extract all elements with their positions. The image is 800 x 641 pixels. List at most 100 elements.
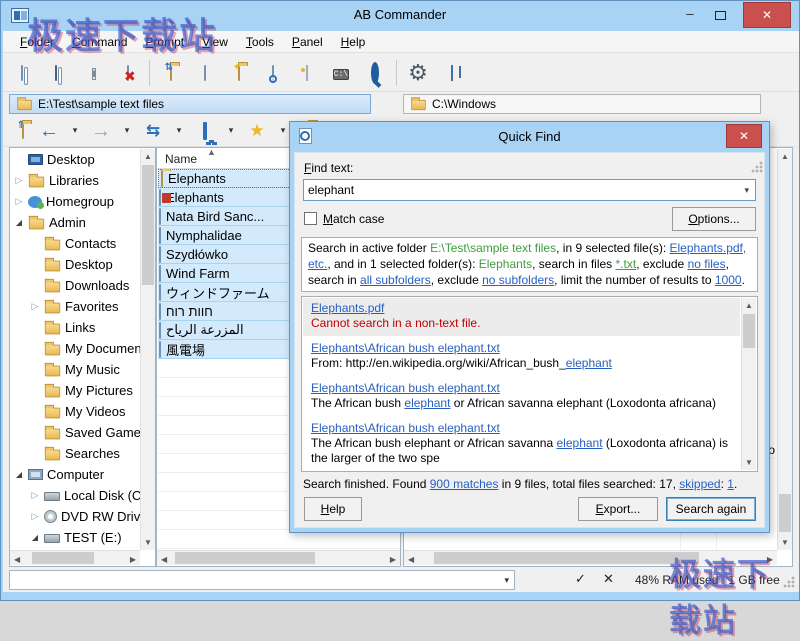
scroll-down-icon[interactable]: ▼: [144, 538, 152, 547]
toolbar-new-folder-button[interactable]: ✦: [222, 57, 256, 89]
nav-back-button[interactable]: ←: [37, 118, 61, 144]
find-text-combobox[interactable]: ▾: [303, 179, 756, 201]
tree-item-test-e[interactable]: ◢TEST (E:): [10, 527, 140, 548]
result-file-link[interactable]: Elephants\African bush elephant.txt: [311, 421, 732, 436]
menu-view[interactable]: View: [193, 35, 237, 49]
tree-item-homegroup[interactable]: ▷Homegroup: [10, 191, 140, 212]
nav-desktop-dropdown[interactable]: ▾: [219, 118, 243, 144]
tree-item-favorites[interactable]: ▷Favorites: [10, 296, 140, 317]
inline-link[interactable]: no subfolders: [482, 273, 554, 287]
tree-item-local-disk-c[interactable]: ▷Local Disk (C:): [10, 485, 140, 506]
tree-item-desktop[interactable]: Desktop: [10, 149, 140, 170]
tree-item-libraries[interactable]: ▷Libraries: [10, 170, 140, 191]
menu-command[interactable]: Command: [63, 35, 136, 49]
inline-link[interactable]: elephant: [404, 396, 450, 410]
nav-favorites-button[interactable]: ★: [245, 118, 269, 144]
tree-item-my-videos[interactable]: My Videos: [10, 401, 140, 422]
menu-help[interactable]: Help: [332, 35, 375, 49]
scroll-right-icon[interactable]: ▶: [767, 555, 773, 564]
scroll-left-icon[interactable]: ◀: [14, 555, 20, 564]
toolbar-command-prompt-button[interactable]: C:\: [324, 57, 358, 89]
scroll-left-icon[interactable]: ◀: [161, 555, 167, 564]
inline-link[interactable]: elephant: [566, 356, 612, 370]
scrollbar-thumb[interactable]: [779, 494, 791, 532]
nav-forward-dropdown[interactable]: ▾: [115, 118, 139, 144]
inline-link[interactable]: *.txt: [616, 257, 637, 271]
inline-link[interactable]: skipped: [679, 477, 720, 491]
toolbar-rename-button[interactable]: I: [77, 57, 111, 89]
dialog-resize-grip[interactable]: [751, 161, 763, 173]
files-horizontal-scrollbar[interactable]: ◀ ▶: [157, 550, 400, 565]
result-file-link[interactable]: Elephants.pdf: [311, 301, 732, 316]
scroll-up-icon[interactable]: ▲: [745, 301, 753, 310]
toolbar-search-button[interactable]: [358, 57, 392, 89]
tree-item-contacts[interactable]: Contacts: [10, 233, 140, 254]
nav-swap-dropdown[interactable]: ▾: [167, 118, 191, 144]
inline-link[interactable]: all subfolders: [360, 273, 431, 287]
right-path-bar[interactable]: C:\Windows: [403, 94, 761, 114]
scroll-up-icon[interactable]: ▲: [781, 152, 789, 161]
command-input[interactable]: ▾: [9, 570, 515, 590]
close-button[interactable]: ✕: [743, 2, 791, 28]
nav-forward-button[interactable]: →: [89, 118, 113, 144]
inline-link[interactable]: 1000: [715, 273, 742, 287]
expand-icon[interactable]: ▷: [30, 511, 40, 522]
export-button[interactable]: Export...: [578, 497, 658, 521]
options-button[interactable]: Options...: [672, 207, 756, 231]
left-path-bar[interactable]: E:\Test\sample text files: [9, 94, 371, 114]
expand-icon[interactable]: ▷: [30, 490, 40, 501]
tree-item-desktop[interactable]: Desktop: [10, 254, 140, 275]
command-text-field[interactable]: [12, 572, 492, 588]
tree-item-searches[interactable]: Searches: [10, 443, 140, 464]
right-horizontal-scrollbar[interactable]: ◀ ▶: [404, 550, 777, 565]
result-file-link[interactable]: Elephants\African bush elephant.txt: [311, 341, 732, 356]
inline-link[interactable]: 900 matches: [430, 477, 499, 491]
scrollbar-thumb[interactable]: [32, 552, 94, 564]
collapse-icon[interactable]: ◢: [30, 533, 40, 542]
tree-item-saved-games[interactable]: Saved Games: [10, 422, 140, 443]
toolbar-settings-button[interactable]: ⚙: [401, 57, 435, 89]
inline-link[interactable]: 1: [727, 477, 734, 491]
toolbar-move-button[interactable]: ⇅: [154, 57, 188, 89]
chevron-down-icon[interactable]: ▾: [744, 185, 749, 196]
scroll-down-icon[interactable]: ▼: [781, 538, 789, 547]
match-case-checkbox[interactable]: [304, 212, 317, 225]
cancel-command-button[interactable]: ✕: [603, 571, 614, 587]
right-vertical-scrollbar[interactable]: ▲ ▼: [777, 149, 792, 550]
tree-item-my-pictures[interactable]: My Pictures: [10, 380, 140, 401]
tree-item-admin[interactable]: ◢Admin: [10, 212, 140, 233]
expand-icon[interactable]: ▷: [30, 301, 40, 312]
search-again-button[interactable]: Search again: [666, 497, 756, 521]
scrollbar-thumb[interactable]: [175, 552, 315, 564]
scroll-up-icon[interactable]: ▲: [144, 152, 152, 161]
menu-prompt[interactable]: Prompt: [136, 35, 193, 49]
inline-link[interactable]: elephant: [557, 436, 603, 450]
tree-horizontal-scrollbar[interactable]: ◀ ▶: [10, 550, 140, 565]
run-command-button[interactable]: ✓: [575, 571, 586, 587]
scrollbar-thumb[interactable]: [434, 552, 699, 564]
tree-item-my-documents[interactable]: My Documents: [10, 338, 140, 359]
toolbar-copy-button[interactable]: [9, 57, 43, 89]
collapse-icon[interactable]: ◢: [14, 218, 24, 227]
toolbar-duplicate-button[interactable]: [43, 57, 77, 89]
tree-item-links[interactable]: Links: [10, 317, 140, 338]
result-file-link[interactable]: Elephants\African bush elephant.txt: [311, 381, 732, 396]
tree-vertical-scrollbar[interactable]: ▲ ▼: [140, 149, 155, 550]
tree-item-downloads[interactable]: Downloads: [10, 275, 140, 296]
toolbar-find-file-button[interactable]: [256, 57, 290, 89]
scrollbar-thumb[interactable]: [743, 314, 755, 348]
help-button[interactable]: Help: [304, 497, 362, 521]
menu-panel[interactable]: Panel: [283, 35, 332, 49]
scroll-right-icon[interactable]: ▶: [130, 555, 136, 564]
nav-back-dropdown[interactable]: ▾: [63, 118, 87, 144]
nav-swap-panels-button[interactable]: ⇆: [141, 118, 165, 144]
collapse-icon[interactable]: ◢: [14, 470, 24, 479]
toolbar-delete-button[interactable]: ✖: [111, 57, 145, 89]
find-text-input[interactable]: [308, 182, 733, 198]
tree-item-my-music[interactable]: My Music: [10, 359, 140, 380]
dialog-close-button[interactable]: ✕: [726, 124, 762, 148]
results-vertical-scrollbar[interactable]: ▲ ▼: [741, 298, 756, 470]
toolbar-maximize-panels-button[interactable]: [435, 57, 469, 89]
nav-parent-folder-button[interactable]: ⇑: [11, 118, 35, 144]
expand-icon[interactable]: ▷: [14, 196, 24, 207]
